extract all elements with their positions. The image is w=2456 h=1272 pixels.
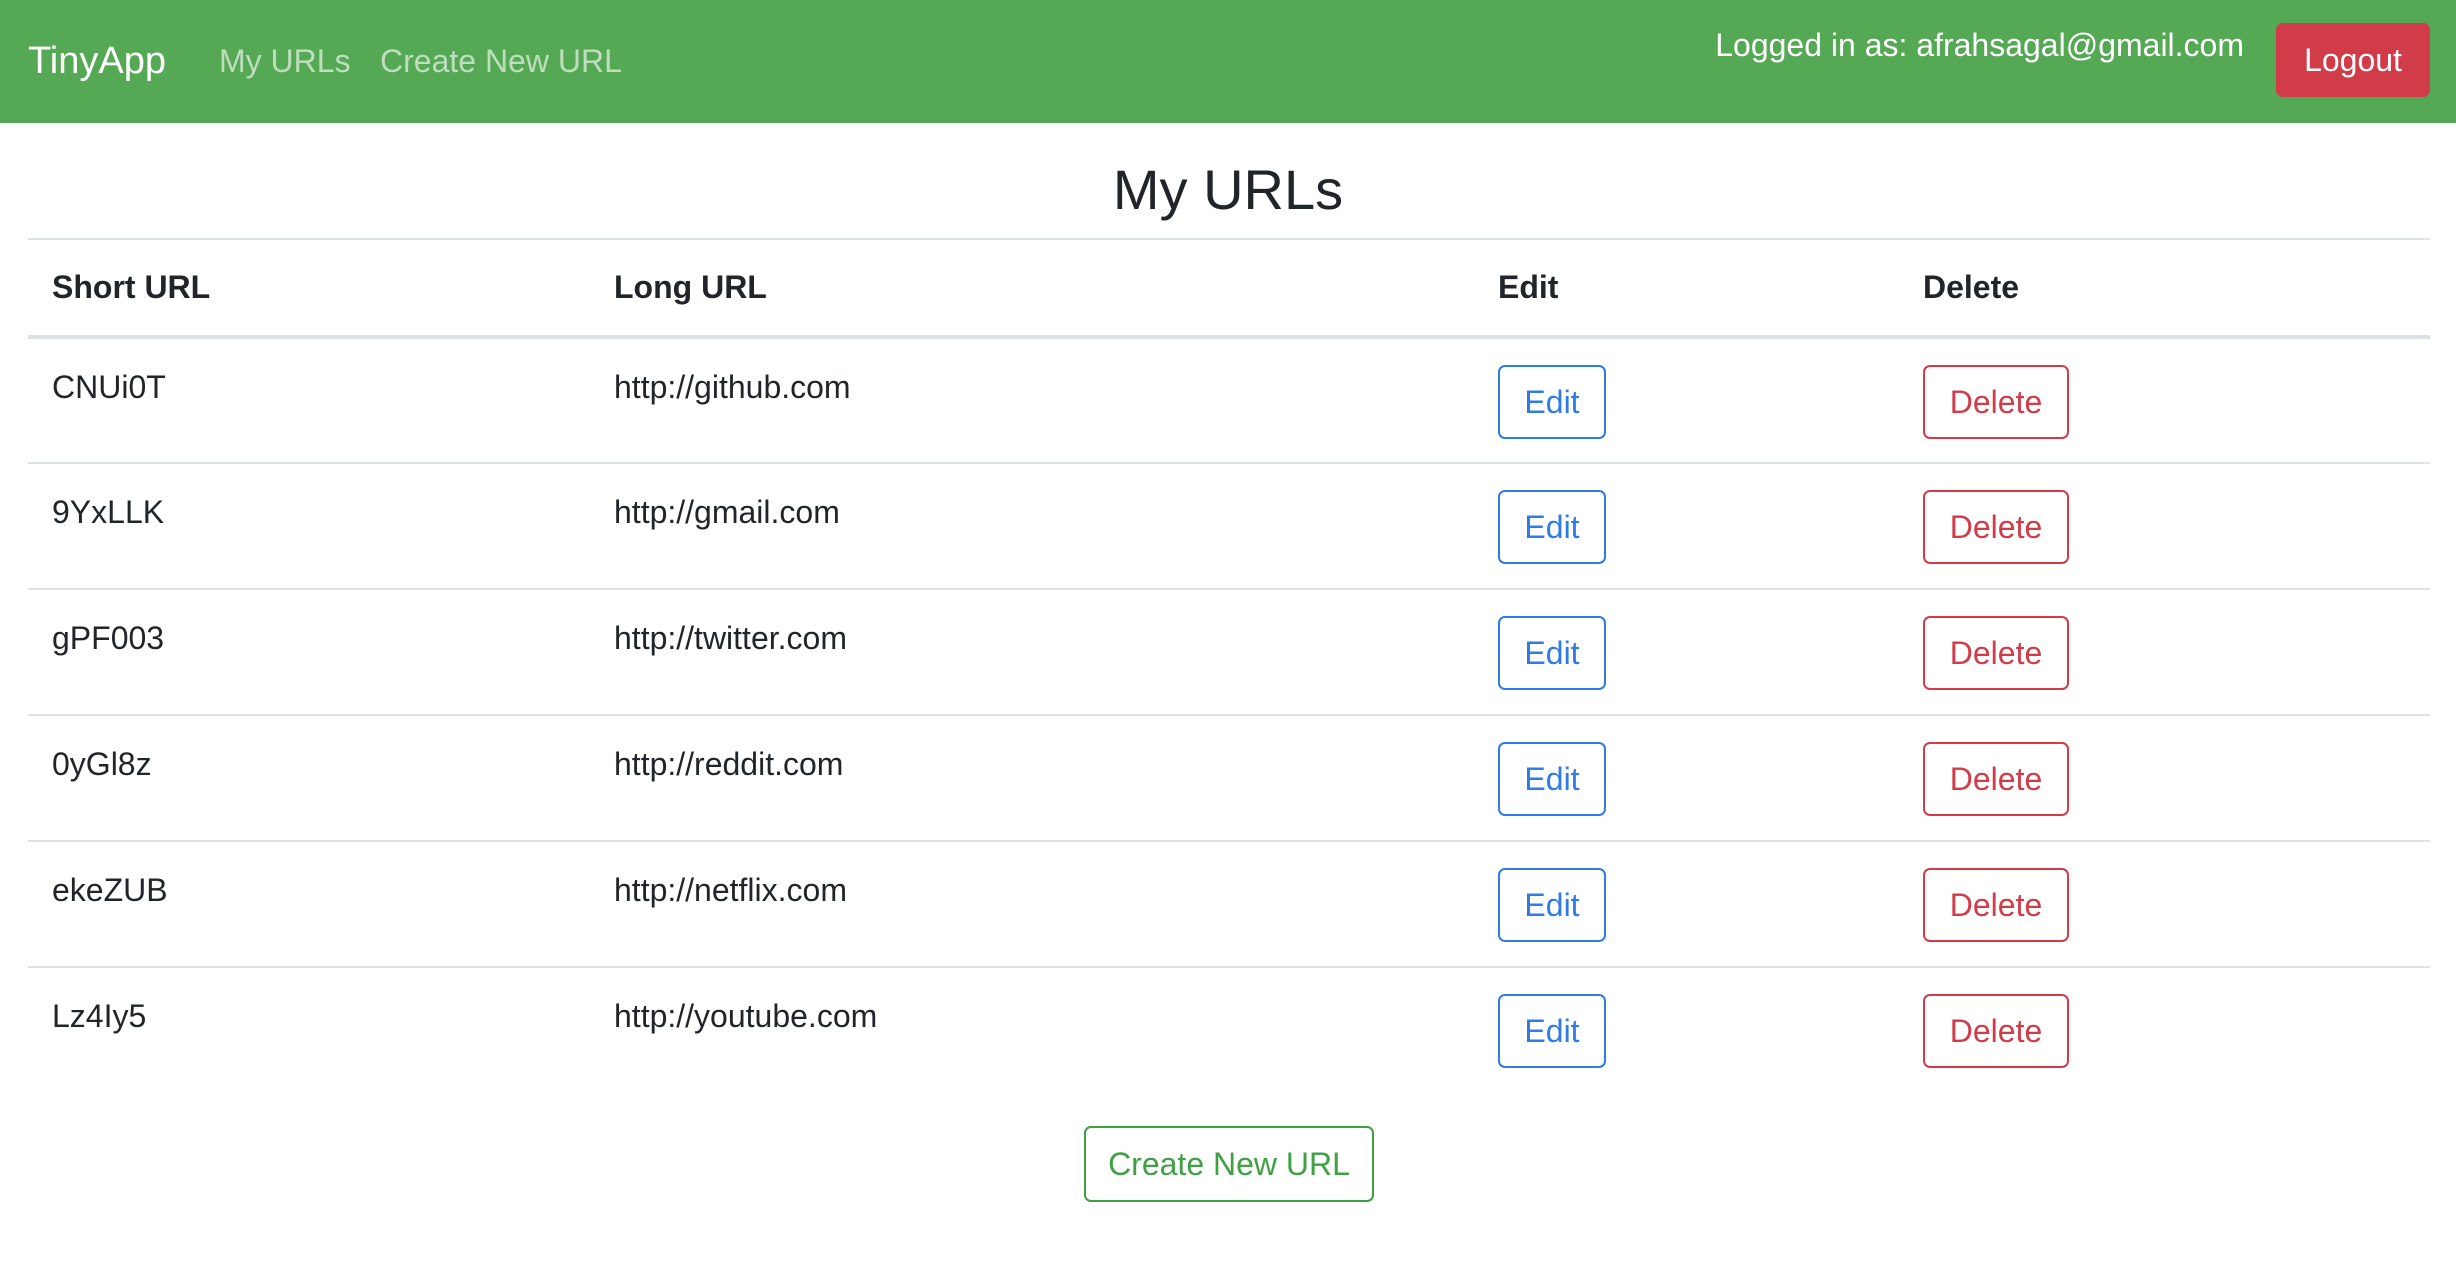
delete-button[interactable]: Delete: [1923, 365, 2069, 439]
delete-button[interactable]: Delete: [1923, 742, 2069, 816]
table-row: Lz4Iy5 http://youtube.com Edit Delete: [28, 967, 2430, 1093]
header-long-url: Long URL: [590, 238, 1474, 339]
header-delete: Delete: [1899, 238, 2430, 339]
long-url-cell: http://twitter.com: [590, 589, 1474, 716]
table-body: CNUi0T http://github.com Edit Delete 9Yx…: [28, 337, 2430, 1093]
delete-cell: Delete: [1899, 967, 2430, 1093]
delete-cell: Delete: [1899, 715, 2430, 842]
long-url-cell: http://youtube.com: [590, 967, 1474, 1093]
long-url: http://twitter.com: [614, 620, 847, 656]
edit-cell: Edit: [1474, 337, 1899, 464]
navbar: TinyApp My URLs Create New URL Logged in…: [0, 0, 2456, 123]
edit-button[interactable]: Edit: [1498, 490, 1606, 564]
short-url-cell: 0yGl8z: [28, 715, 590, 842]
long-url-cell: http://github.com: [590, 337, 1474, 464]
long-url: http://reddit.com: [614, 746, 844, 782]
short-url-cell: CNUi0T: [28, 337, 590, 464]
short-url-cell: ekeZUB: [28, 841, 590, 968]
create-new-url-button[interactable]: Create New URL: [1084, 1126, 1374, 1202]
urls-table: Short URL Long URL Edit Delete CNUi0T ht…: [28, 238, 2430, 1093]
short-url: Lz4Iy5: [52, 998, 147, 1034]
short-url: gPF003: [52, 620, 165, 656]
edit-cell: Edit: [1474, 967, 1899, 1093]
long-url-cell: http://reddit.com: [590, 715, 1474, 842]
long-url: http://youtube.com: [614, 998, 878, 1034]
short-url-cell: 9YxLLK: [28, 463, 590, 590]
long-url-cell: http://gmail.com: [590, 463, 1474, 590]
edit-button[interactable]: Edit: [1498, 365, 1606, 439]
short-url: 9YxLLK: [52, 494, 165, 530]
edit-button[interactable]: Edit: [1498, 994, 1606, 1068]
table-row: ekeZUB http://netflix.com Edit Delete: [28, 841, 2430, 968]
short-url: 0yGl8z: [52, 746, 152, 782]
table-row: gPF003 http://twitter.com Edit Delete: [28, 589, 2430, 716]
delete-cell: Delete: [1899, 589, 2430, 716]
delete-button[interactable]: Delete: [1923, 490, 2069, 564]
header-short-url: Short URL: [28, 238, 590, 339]
edit-button[interactable]: Edit: [1498, 868, 1606, 942]
page-title: My URLs: [1112, 158, 1344, 221]
table-header: Short URL Long URL Edit Delete: [28, 238, 2430, 339]
delete-button[interactable]: Delete: [1923, 994, 2069, 1068]
long-url: http://netflix.com: [614, 872, 847, 908]
header-row: Short URL Long URL Edit Delete: [28, 238, 2430, 339]
long-url-cell: http://netflix.com: [590, 841, 1474, 968]
logout-button[interactable]: Logout: [2276, 23, 2430, 97]
short-url: CNUi0T: [52, 369, 166, 405]
long-url: http://github.com: [614, 369, 851, 405]
delete-cell: Delete: [1899, 463, 2430, 590]
edit-button[interactable]: Edit: [1498, 742, 1606, 816]
delete-cell: Delete: [1899, 337, 2430, 464]
edit-button[interactable]: Edit: [1498, 616, 1606, 690]
edit-cell: Edit: [1474, 589, 1899, 716]
header-edit: Edit: [1474, 238, 1899, 339]
table-row: 9YxLLK http://gmail.com Edit Delete: [28, 463, 2430, 590]
brand-link[interactable]: TinyApp: [28, 33, 166, 89]
nav-link-create-new-url[interactable]: Create New URL: [380, 36, 622, 86]
nav-link-my-urls[interactable]: My URLs: [219, 36, 351, 86]
table-row: 0yGl8z http://reddit.com Edit Delete: [28, 715, 2430, 842]
edit-cell: Edit: [1474, 715, 1899, 842]
short-url: ekeZUB: [52, 872, 168, 908]
delete-cell: Delete: [1899, 841, 2430, 968]
long-url: http://gmail.com: [614, 494, 840, 530]
delete-button[interactable]: Delete: [1923, 616, 2069, 690]
short-url-cell: gPF003: [28, 589, 590, 716]
edit-cell: Edit: [1474, 841, 1899, 968]
edit-cell: Edit: [1474, 463, 1899, 590]
logged-in-status: Logged in as: afrahsagal@gmail.com: [1715, 27, 2244, 63]
table-row: CNUi0T http://github.com Edit Delete: [28, 337, 2430, 464]
delete-button[interactable]: Delete: [1923, 868, 2069, 942]
short-url-cell: Lz4Iy5: [28, 967, 590, 1093]
